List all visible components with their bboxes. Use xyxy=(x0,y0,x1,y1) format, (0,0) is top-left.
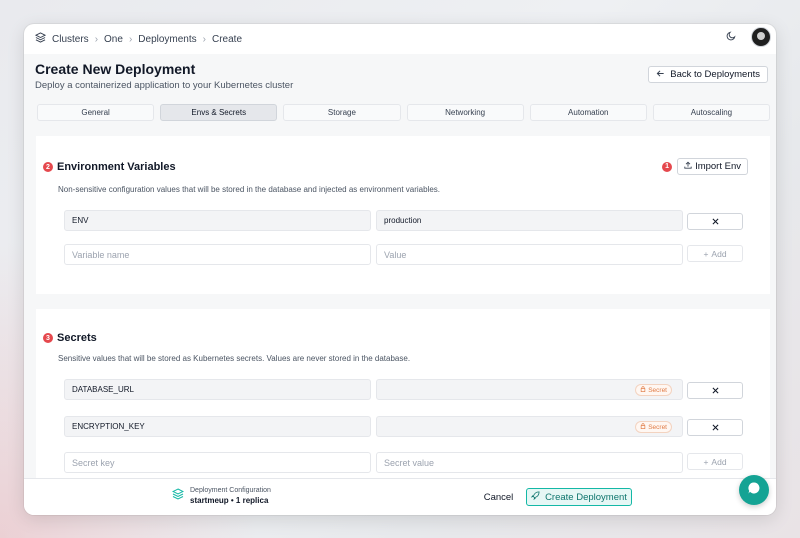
env-vars-card: 2 Environment Variables Non-sensitive co… xyxy=(36,136,770,294)
add-secret-label: Add xyxy=(711,456,727,467)
tab-networking[interactable]: Networking xyxy=(406,104,524,121)
import-env-button[interactable]: Import Env xyxy=(677,158,748,175)
plus-icon: + xyxy=(703,456,709,467)
chevron-right-icon: › xyxy=(94,33,99,45)
chevron-right-icon: › xyxy=(202,33,206,45)
env-name-field[interactable]: ENV xyxy=(64,210,371,231)
breadcrumb-one[interactable]: One xyxy=(104,34,123,45)
secret-value-field[interactable]: Secret xyxy=(376,416,683,437)
secret-tag-label: Secret xyxy=(648,386,667,394)
top-bar: Clusters › One › Deployments › Create xyxy=(24,24,776,54)
chevron-right-icon: › xyxy=(128,33,133,45)
env-vars-header: 2 Environment Variables xyxy=(43,161,176,173)
secrets-step-badge: 3 xyxy=(43,333,53,343)
lock-icon xyxy=(640,386,646,394)
remove-secret-button[interactable] xyxy=(687,382,743,399)
secrets-card: 3 Secrets Sensitive values that will be … xyxy=(36,309,770,478)
avatar[interactable] xyxy=(751,27,771,47)
close-icon xyxy=(712,422,719,434)
secrets-header: 3 Secrets xyxy=(43,332,97,344)
page-subtitle: Deploy a containerized application to yo… xyxy=(35,80,294,91)
secret-tag: Secret xyxy=(635,384,672,396)
deployment-config-summary: startmeup • 1 replica xyxy=(190,496,269,505)
breadcrumb: Clusters › One › Deployments › Create xyxy=(34,32,242,46)
create-deployment-label: Create Deployment xyxy=(545,491,627,503)
tab-storage[interactable]: Storage xyxy=(283,104,401,121)
import-step-badge: 1 xyxy=(662,161,673,172)
back-button-label: Back to Deployments xyxy=(670,69,760,80)
tab-bar: General Envs & Secrets Storage Networkin… xyxy=(37,104,771,122)
env-value-input[interactable]: Value xyxy=(376,244,683,265)
secret-key-field[interactable]: DATABASE_URL xyxy=(64,379,371,400)
env-name-input[interactable]: Variable name xyxy=(64,244,371,265)
deployment-config-label: Deployment Configuration xyxy=(190,487,271,494)
env-value-field[interactable]: production xyxy=(376,210,683,231)
tab-general[interactable]: General xyxy=(37,104,155,121)
cancel-button[interactable]: Cancel xyxy=(477,488,520,506)
secret-value-field[interactable]: Secret xyxy=(376,379,683,400)
env-vars-title: Environment Variables xyxy=(57,161,176,173)
add-secret-button[interactable]: + Add xyxy=(687,453,743,470)
rocket-icon xyxy=(530,491,540,503)
lock-icon xyxy=(640,423,646,431)
env-vars-description: Non-sensitive configuration values that … xyxy=(58,185,440,194)
close-icon xyxy=(712,385,719,397)
remove-secret-button[interactable] xyxy=(687,419,743,436)
app-window: Clusters › One › Deployments › Create Cr… xyxy=(24,24,776,515)
close-icon xyxy=(712,216,719,228)
secrets-title: Secrets xyxy=(57,332,97,344)
page-title: Create New Deployment xyxy=(35,61,196,77)
secret-tag: Secret xyxy=(635,421,672,433)
footer-bar: Deployment Configuration startmeup • 1 r… xyxy=(24,478,776,515)
layers-icon xyxy=(171,487,185,505)
chat-bubble-icon xyxy=(747,481,761,500)
secret-tag-label: Secret xyxy=(648,423,667,431)
import-env-label: Import Env xyxy=(695,161,741,172)
moon-icon[interactable] xyxy=(726,30,737,44)
tab-envs-secrets[interactable]: Envs & Secrets xyxy=(160,104,278,121)
create-deployment-button[interactable]: Create Deployment xyxy=(526,488,632,506)
plus-icon: + xyxy=(703,248,709,259)
breadcrumb-clusters[interactable]: Clusters xyxy=(52,34,89,45)
breadcrumb-deployments[interactable]: Deployments xyxy=(138,34,196,45)
secret-value-input[interactable]: Secret value xyxy=(376,452,683,473)
secret-key-field[interactable]: ENCRYPTION_KEY xyxy=(64,416,371,437)
chat-button[interactable] xyxy=(739,475,769,505)
main-content: Create New Deployment Deploy a container… xyxy=(24,54,776,478)
tab-automation[interactable]: Automation xyxy=(529,104,647,121)
secret-key-input[interactable]: Secret key xyxy=(64,452,371,473)
breadcrumb-create: Create xyxy=(211,33,242,45)
secrets-description: Sensitive values that will be stored as … xyxy=(58,354,411,363)
add-env-button[interactable]: + Add xyxy=(687,245,743,262)
tab-autoscaling[interactable]: Autoscaling xyxy=(652,104,771,121)
arrow-left-icon xyxy=(656,69,665,81)
remove-env-button[interactable] xyxy=(687,213,743,230)
upload-icon xyxy=(684,161,692,172)
env-step-badge: 2 xyxy=(43,162,53,172)
add-env-label: Add xyxy=(711,248,727,259)
back-to-deployments-button[interactable]: Back to Deployments xyxy=(648,66,768,83)
layers-icon xyxy=(34,32,47,46)
deployment-summary: Deployment Configuration startmeup • 1 r… xyxy=(171,487,271,505)
